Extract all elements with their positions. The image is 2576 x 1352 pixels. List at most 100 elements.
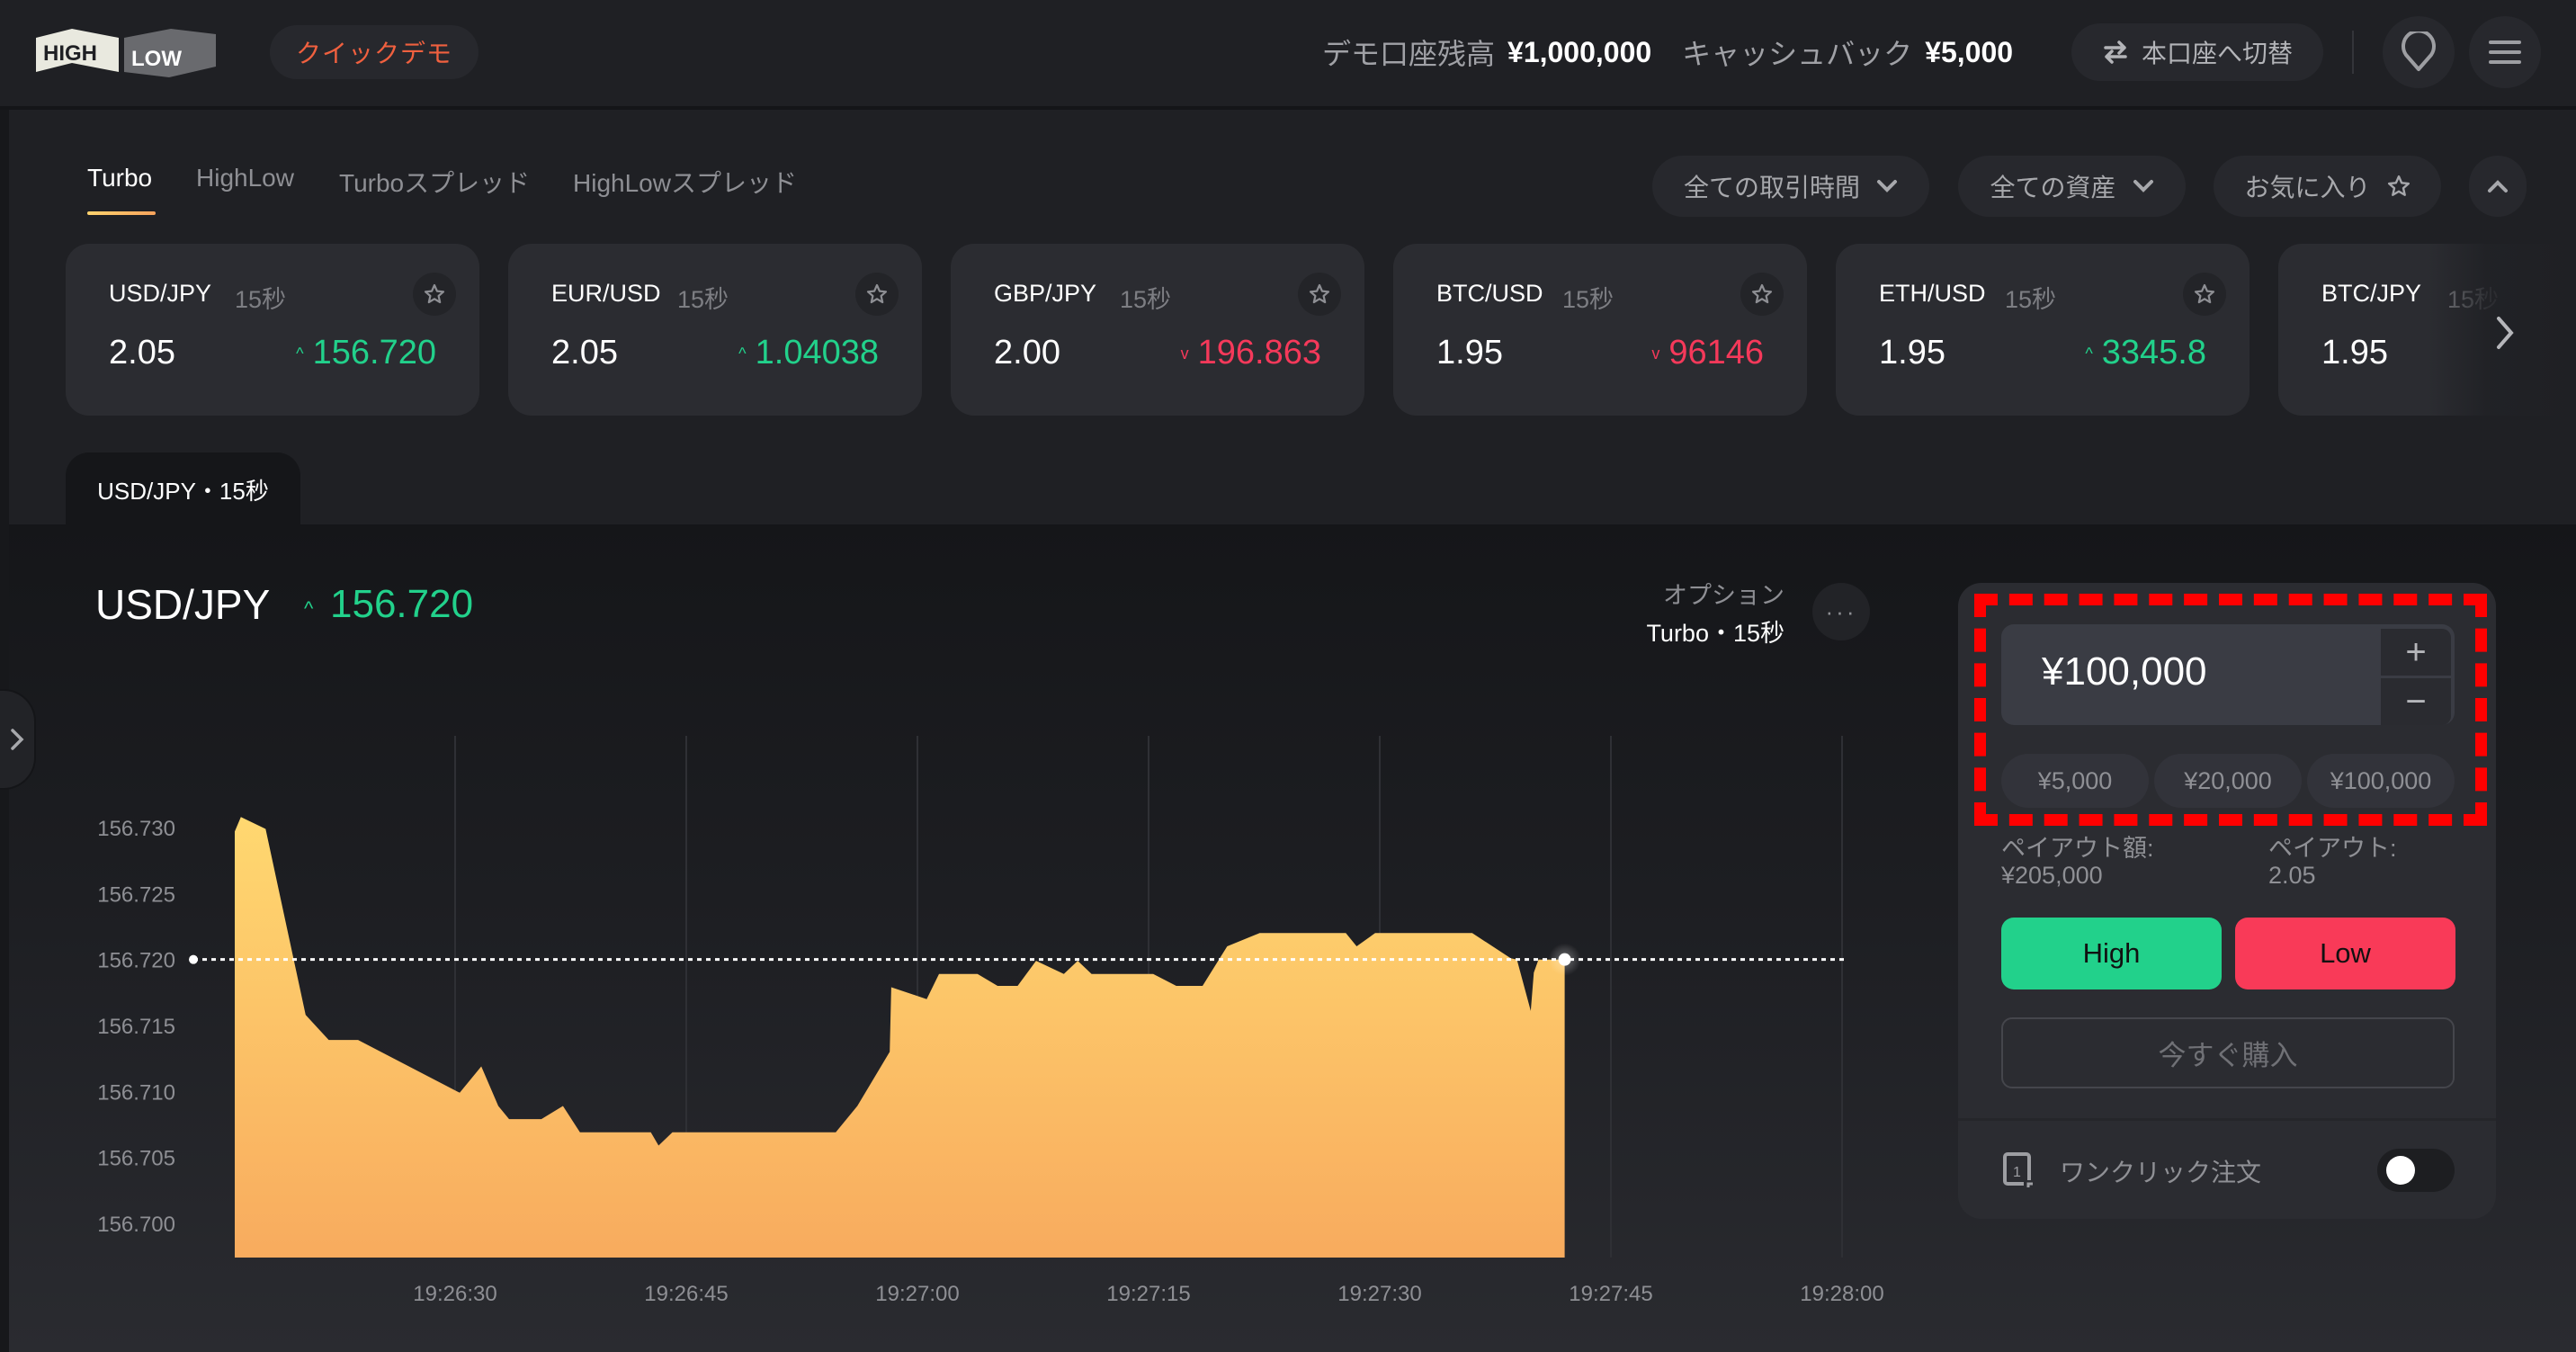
high-button[interactable]: High	[2001, 918, 2222, 989]
asset-price: 3345.8	[2101, 334, 2206, 372]
tab-highlow[interactable]: HighLow	[196, 164, 294, 193]
payout-rate-label: ペイアウト:	[2268, 835, 2397, 862]
asset-card-eth-usd[interactable]: ETH/USD 15秒 1.95 3345.8 ^	[1836, 244, 2250, 416]
toggle-knob[interactable]	[2386, 1156, 2415, 1185]
tab-turbo-spread[interactable]: Turboスプレッド	[339, 164, 530, 200]
price-down-arrow-icon: v	[1180, 345, 1189, 363]
chart-tab-usdjpy[interactable]: USD/JPY・15秒	[66, 452, 300, 526]
y-tick-label: 156.710	[97, 1080, 175, 1105]
minus-icon: −	[2405, 681, 2427, 721]
buy-now-button[interactable]: 今すぐ購入	[2001, 1017, 2455, 1088]
asset-price: 156.720	[312, 334, 436, 372]
menu-button[interactable]	[2469, 16, 2541, 88]
payout-amount-info: ペイアウト額: ¥205,000	[2001, 835, 2154, 889]
assets-filter[interactable]: 全ての資産	[1958, 156, 2186, 217]
y-tick-label: 156.720	[97, 949, 175, 973]
tab-turbo[interactable]: Turbo	[87, 164, 152, 193]
price-line-start-dot	[189, 954, 198, 964]
asset-payout: 1.95	[1436, 334, 1503, 372]
chevron-up-icon	[2488, 180, 2508, 193]
cards-next-button[interactable]	[2487, 306, 2523, 360]
balance-label: デモ口座残高	[1322, 38, 1496, 70]
account-balance: デモ口座残高 ¥1,000,000 キャッシュバック ¥5,000	[1322, 32, 2044, 72]
asset-price: 196.863	[1197, 334, 1321, 372]
switch-account-label: 本口座へ切替	[2141, 40, 2293, 67]
location-button[interactable]	[2383, 16, 2455, 88]
asset-pair: ETH/USD	[1879, 280, 1986, 307]
star-icon	[2194, 283, 2215, 304]
chevron-right-icon	[2497, 317, 2514, 349]
asset-pair: BTC/USD	[1436, 280, 1543, 307]
y-tick-label: 156.715	[97, 1015, 175, 1039]
payout-rate-info: ペイアウト: 2.05	[2268, 835, 2397, 889]
asset-pair: BTC/JPY	[2321, 280, 2422, 307]
location-pin-icon	[2402, 31, 2436, 71]
x-tick-label: 19:27:15	[1106, 1282, 1190, 1306]
cashback-label: キャッシュバック	[1682, 38, 1913, 70]
chevron-down-icon	[1877, 180, 1897, 193]
price-up-arrow-icon: ^	[296, 345, 304, 363]
payout-amount-label: ペイアウト額:	[2001, 835, 2154, 862]
chevron-right-icon	[11, 729, 24, 750]
switch-to-real-account-button[interactable]: 本口座へ切替	[2071, 23, 2323, 81]
balance-value: ¥1,000,000	[1507, 35, 1652, 68]
decrease-amount-button[interactable]: −	[2381, 678, 2451, 725]
favorite-button[interactable]	[855, 273, 899, 316]
one-click-order-label: ワンクリック注文	[2060, 1159, 2262, 1186]
assets-filter-label: 全ての資産	[1990, 174, 2116, 201]
header-divider	[2352, 31, 2354, 74]
asset-pair: GBP/JPY	[994, 280, 1097, 307]
swap-arrows-icon	[2104, 40, 2127, 64]
x-tick-label: 19:26:45	[644, 1282, 728, 1306]
asset-payout: 2.00	[994, 334, 1060, 372]
asset-duration: 15秒	[235, 286, 287, 313]
asset-duration: 15秒	[2005, 286, 2057, 313]
asset-pair: EUR/USD	[551, 280, 661, 307]
x-tick-label: 19:28:00	[1800, 1282, 1883, 1306]
one-click-icon: 1	[2003, 1152, 2033, 1187]
investment-amount-value[interactable]: ¥100,000	[2042, 649, 2207, 694]
payout-rate-value: 2.05	[2268, 862, 2316, 889]
price-area	[235, 817, 1565, 1258]
quick-demo-badge[interactable]: クイックデモ	[270, 25, 479, 79]
preset-amount-100000[interactable]: ¥100,000	[2307, 754, 2455, 808]
highlow-logo[interactable]: HIGH LOW	[36, 25, 216, 79]
star-icon	[2387, 175, 2410, 196]
tab-highlow-spread[interactable]: HighLowスプレッド	[573, 164, 797, 200]
sidebar-toggle-button[interactable]	[0, 689, 36, 790]
star-icon	[424, 283, 445, 304]
x-tick-label: 19:27:30	[1337, 1282, 1421, 1306]
low-button[interactable]: Low	[2235, 918, 2455, 989]
favorite-button[interactable]	[1740, 273, 1784, 316]
asset-price: 1.04038	[755, 334, 879, 372]
favorite-button[interactable]	[2183, 273, 2226, 316]
asset-card-eur-usd[interactable]: EUR/USD 15秒 2.05 1.04038 ^	[508, 244, 922, 416]
asset-duration: 15秒	[1120, 286, 1172, 313]
favorite-button[interactable]	[1298, 273, 1341, 316]
x-tick-label: 19:27:45	[1569, 1282, 1652, 1306]
collapse-cards-button[interactable]	[2469, 156, 2527, 217]
increase-amount-button[interactable]: +	[2381, 629, 2451, 676]
hamburger-menu-icon	[2489, 40, 2521, 64]
asset-card-btc-usd[interactable]: BTC/USD 15秒 1.95 96146 v	[1393, 244, 1807, 416]
trading-time-filter[interactable]: 全ての取引時間	[1652, 156, 1929, 217]
plus-icon: +	[2405, 631, 2427, 672]
y-tick-label: 156.700	[97, 1213, 175, 1237]
asset-payout: 2.05	[551, 334, 618, 372]
x-tick-label: 19:27:00	[875, 1282, 959, 1306]
asset-card-gbp-jpy[interactable]: GBP/JPY 15秒 2.00 196.863 v	[951, 244, 1364, 416]
y-tick-label: 156.725	[97, 882, 175, 907]
cashback-value: ¥5,000	[1925, 35, 2014, 68]
favorite-button[interactable]	[413, 273, 456, 316]
current-point-dot	[1558, 953, 1571, 966]
price-up-arrow-icon: ^	[2085, 345, 2093, 363]
favorites-filter[interactable]: お気に入り	[2214, 156, 2441, 217]
preset-amount-5000[interactable]: ¥5,000	[2001, 754, 2149, 808]
preset-amount-20000[interactable]: ¥20,000	[2154, 754, 2302, 808]
asset-card-usd-jpy[interactable]: USD/JPY 15秒 2.05 156.720 ^	[66, 244, 479, 416]
asset-price: 96146	[1668, 334, 1764, 372]
price-chart[interactable]: 156.730 156.725 156.720 156.715 156.710 156.7…	[0, 524, 1943, 1352]
price-down-arrow-icon: v	[1651, 345, 1660, 363]
asset-duration: 15秒	[1562, 286, 1614, 313]
svg-text:1: 1	[2013, 1165, 2021, 1180]
